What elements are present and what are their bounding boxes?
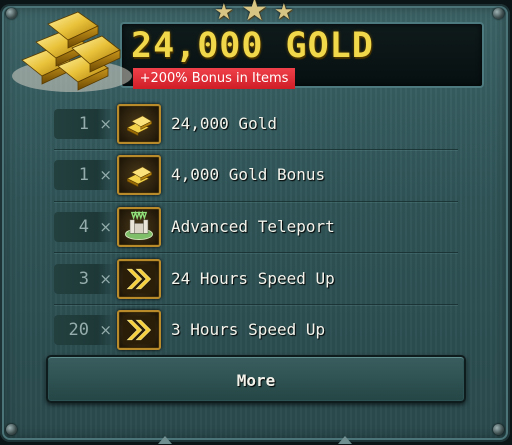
item-label: 24,000 Gold bbox=[171, 114, 277, 133]
quantity-value: 1 bbox=[78, 114, 89, 134]
quantity-value: 1 bbox=[78, 165, 89, 185]
rank-stars: ★ ★ ★ bbox=[214, 0, 300, 26]
rivet bbox=[493, 8, 504, 19]
list-item: 4 × Advanced Teleport bbox=[0, 205, 510, 249]
bonus-badge: +200% Bonus in Items bbox=[133, 68, 295, 89]
multiplier-sign: × bbox=[99, 270, 112, 288]
gold-bars-icon bbox=[117, 104, 161, 144]
item-quantity: 4 × bbox=[54, 212, 116, 242]
speed-up-arrows-icon bbox=[117, 259, 161, 299]
speed-up-arrows-icon bbox=[117, 310, 161, 350]
frame-notch bbox=[158, 436, 172, 444]
item-label: 4,000 Gold Bonus bbox=[171, 165, 326, 184]
multiplier-sign: × bbox=[99, 218, 112, 236]
gold-pile-icon bbox=[8, 4, 134, 96]
item-quantity: 3 × bbox=[54, 264, 116, 294]
multiplier-sign: × bbox=[99, 321, 112, 339]
star-icon: ★ bbox=[274, 0, 294, 25]
item-label: 3 Hours Speed Up bbox=[171, 320, 326, 339]
teleport-castle-icon bbox=[117, 207, 161, 247]
list-item: 20 × 3 Hours Speed Up bbox=[0, 308, 510, 352]
list-item: 3 × 24 Hours Speed Up bbox=[0, 257, 510, 301]
offer-title: 24,000 GOLD bbox=[131, 26, 374, 66]
rivet bbox=[493, 424, 504, 435]
divider bbox=[54, 149, 458, 150]
list-item: 1 × 24,000 Gold bbox=[0, 102, 510, 146]
quantity-value: 4 bbox=[78, 217, 89, 237]
item-quantity: 20 × bbox=[54, 315, 116, 345]
multiplier-sign: × bbox=[99, 115, 112, 133]
list-item: 1 × 4,000 Gold Bonus bbox=[0, 153, 510, 197]
multiplier-sign: × bbox=[99, 166, 112, 184]
more-button[interactable]: More bbox=[46, 355, 466, 403]
gold-bars-icon bbox=[117, 155, 161, 195]
divider bbox=[54, 252, 458, 253]
star-icon: ★ bbox=[214, 0, 234, 25]
quantity-value: 3 bbox=[78, 269, 89, 289]
divider bbox=[54, 304, 458, 305]
rivet bbox=[6, 424, 17, 435]
item-quantity: 1 × bbox=[54, 160, 116, 190]
item-label: 24 Hours Speed Up bbox=[171, 269, 335, 288]
divider bbox=[54, 201, 458, 202]
frame-notch bbox=[338, 436, 352, 444]
item-label: Advanced Teleport bbox=[171, 217, 335, 236]
quantity-value: 20 bbox=[68, 320, 89, 340]
item-quantity: 1 × bbox=[54, 109, 116, 139]
